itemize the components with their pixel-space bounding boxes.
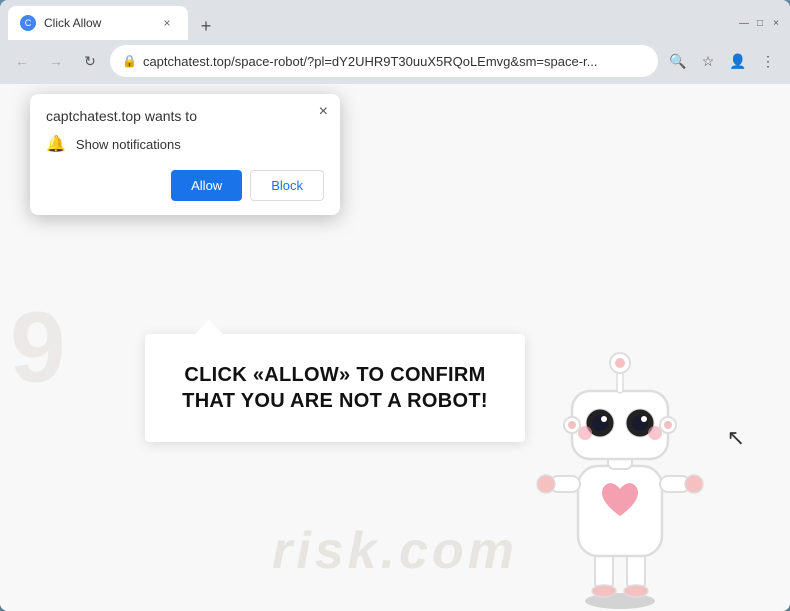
search-button[interactable]: 🔍 — [664, 47, 692, 75]
back-button[interactable]: ← — [8, 47, 36, 75]
popup-title: captchatest.top wants to — [46, 108, 324, 124]
star-icon: ☆ — [702, 53, 715, 70]
forward-button[interactable]: → — [42, 47, 70, 75]
browser-content: 9 risk.com × captchatest.top wants to 🔔 … — [0, 84, 790, 611]
maximize-button[interactable]: □ — [754, 17, 766, 29]
robot-svg — [510, 311, 730, 611]
search-icon: 🔍 — [669, 53, 686, 70]
active-tab[interactable]: C Click Allow × — [8, 6, 188, 40]
tab-title: Click Allow — [44, 16, 150, 30]
profile-button[interactable]: 👤 — [724, 47, 752, 75]
tab-close-button[interactable]: × — [158, 14, 176, 32]
notification-row: 🔔 Show notifications — [46, 134, 324, 154]
address-bar[interactable]: 🔒 captchatest.top/space-robot/?pl=dY2UHR… — [110, 45, 658, 77]
block-button[interactable]: Block — [250, 170, 324, 201]
allow-button[interactable]: Allow — [171, 170, 242, 201]
notification-label: Show notifications — [76, 137, 181, 152]
message-box: CLICK «ALLOW» TO CONFIRM THAT YOU ARE NO… — [145, 334, 525, 442]
title-bar: C Click Allow × + — □ × — [0, 0, 790, 40]
toolbar: ← → ↻ 🔒 captchatest.top/space-robot/?pl=… — [0, 40, 790, 84]
notification-popup: × captchatest.top wants to 🔔 Show notifi… — [30, 94, 340, 215]
window-controls: — □ × — [738, 17, 782, 29]
robot-illustration — [510, 311, 730, 611]
tab-favicon: C — [20, 15, 36, 31]
minimize-button[interactable]: — — [738, 17, 750, 29]
page-background: 9 risk.com × captchatest.top wants to 🔔 … — [0, 84, 790, 611]
message-text: CLICK «ALLOW» TO CONFIRM THAT YOU ARE NO… — [181, 362, 489, 414]
menu-icon: ⋮ — [761, 53, 775, 70]
bookmark-button[interactable]: ☆ — [694, 47, 722, 75]
bell-icon: 🔔 — [46, 134, 66, 154]
menu-button[interactable]: ⋮ — [754, 47, 782, 75]
address-text: captchatest.top/space-robot/?pl=dY2UHR9T… — [143, 54, 646, 69]
refresh-button[interactable]: ↻ — [76, 47, 104, 75]
window-close-button[interactable]: × — [770, 17, 782, 29]
new-tab-button[interactable]: + — [192, 12, 220, 40]
tab-strip: C Click Allow × + — [8, 6, 734, 40]
popup-buttons: Allow Block — [46, 170, 324, 201]
popup-close-button[interactable]: × — [319, 104, 328, 120]
profile-icon: 👤 — [729, 53, 746, 70]
browser-frame: C Click Allow × + — □ × ← → ↻ 🔒 captchat… — [0, 0, 790, 611]
toolbar-right: 🔍 ☆ 👤 ⋮ — [664, 47, 782, 75]
lock-icon: 🔒 — [122, 54, 137, 68]
